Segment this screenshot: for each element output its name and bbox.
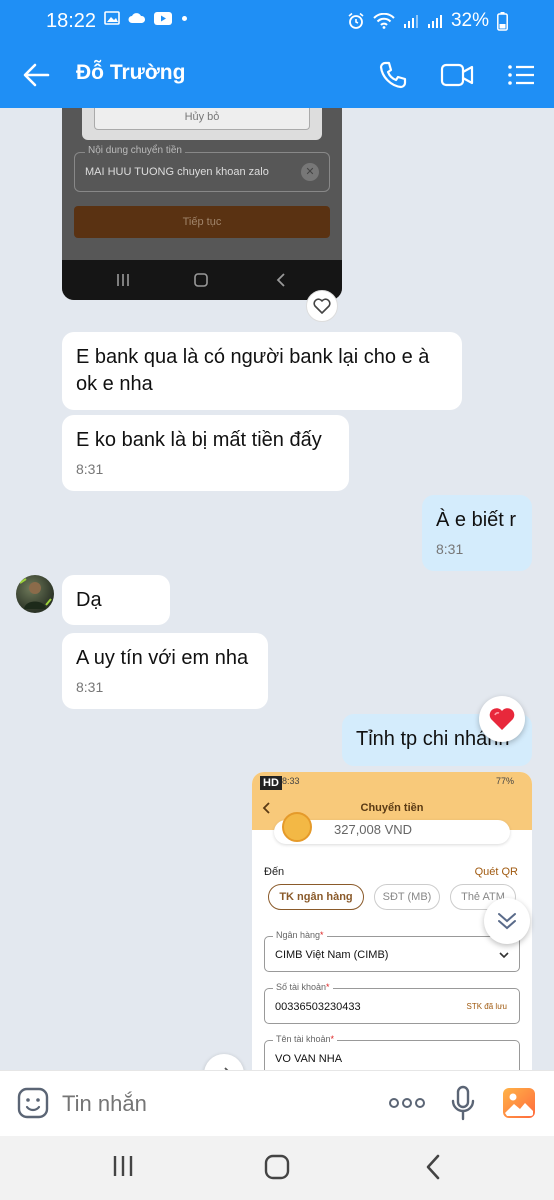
message-bubble[interactable]: A uy tín với em nha 8:31 bbox=[62, 633, 268, 709]
reaction-heart-button[interactable] bbox=[479, 696, 525, 742]
signal-icon bbox=[403, 15, 418, 28]
chat-messages[interactable]: Hủy bỏ Nội dung chuyển tiền MAI HUU TUON… bbox=[0, 108, 554, 1070]
saved-accounts-link: STK đã lưu bbox=[466, 1002, 507, 1011]
home-button-icon[interactable] bbox=[264, 1154, 290, 1180]
image-message-1[interactable]: Hủy bỏ Nội dung chuyển tiền MAI HUU TUON… bbox=[62, 108, 342, 300]
status-system-icons: 32% bbox=[347, 10, 508, 32]
gallery-image-icon[interactable] bbox=[502, 1087, 536, 1119]
bank-label: Ngân hàng* bbox=[273, 930, 327, 940]
chevron-down-icon bbox=[499, 952, 509, 959]
recent-apps-icon bbox=[117, 274, 129, 286]
image-nav-bar bbox=[62, 260, 342, 300]
battery-icon bbox=[497, 11, 508, 31]
system-navigation-bar bbox=[0, 1136, 554, 1200]
status-bar: 18:22 32% bbox=[0, 0, 554, 42]
back-arrow-icon[interactable] bbox=[22, 61, 50, 89]
react-heart-button[interactable] bbox=[306, 290, 338, 322]
heart-outline-icon bbox=[313, 298, 331, 314]
sent-message-bubble[interactable]: À e biết r 8:31 bbox=[422, 495, 532, 571]
home-icon bbox=[194, 273, 208, 287]
avatar[interactable] bbox=[16, 575, 54, 613]
bank-value: CIMB Việt Nam (CIMB) bbox=[275, 949, 389, 961]
continue-button-image: Tiếp tục bbox=[74, 206, 330, 238]
heart-icon bbox=[489, 708, 515, 730]
menu-list-icon[interactable] bbox=[506, 60, 536, 90]
battery-percent: 32% bbox=[450, 10, 489, 31]
message-time: 8:31 bbox=[436, 541, 464, 557]
tab-bank-account: TK ngân hàng bbox=[268, 884, 364, 910]
youtube-icon bbox=[154, 11, 172, 25]
account-name-field: Tên tài khoản* VO VAN NHA bbox=[264, 1034, 520, 1070]
message-text: À e biết r bbox=[436, 509, 517, 531]
message-text: E ko bank là bị mất tiền đấy bbox=[76, 429, 322, 451]
microphone-icon[interactable] bbox=[450, 1085, 476, 1121]
clear-icon: ✕ bbox=[301, 163, 319, 181]
field-value: MAI HUU TUONG chuyen khoan zalo bbox=[85, 166, 269, 178]
name-value: VO VAN NHA bbox=[275, 1053, 343, 1065]
message-time: 8:31 bbox=[76, 679, 104, 695]
account-value: 00336503230433 bbox=[275, 1001, 361, 1013]
account-label: Số tài khoản* bbox=[273, 982, 333, 992]
double-chevron-down-icon bbox=[498, 913, 516, 930]
video-call-icon[interactable] bbox=[440, 60, 474, 90]
message-time: 8:31 bbox=[76, 461, 104, 477]
status-time: 18:22 bbox=[46, 10, 97, 32]
to-label: Đến bbox=[264, 866, 285, 878]
alarm-icon bbox=[348, 12, 364, 29]
message-text: A uy tín với em nha bbox=[76, 647, 249, 669]
amount-value: 327,008 VND bbox=[334, 822, 413, 837]
bank-select: Ngân hàng* CIMB Việt Nam (CIMB) bbox=[264, 930, 520, 972]
tab-phone: SĐT (MB) bbox=[374, 884, 440, 910]
field-label: Nội dung chuyển tiền bbox=[85, 145, 185, 156]
coin-icon bbox=[282, 812, 312, 842]
message-input-bar bbox=[0, 1070, 554, 1136]
more-options-icon[interactable] bbox=[388, 1093, 426, 1113]
message-bubble[interactable]: E ko bank là bị mất tiền đấy 8:31 bbox=[62, 415, 349, 491]
image-battery: 77% bbox=[495, 776, 514, 786]
phone-call-icon[interactable] bbox=[378, 60, 408, 90]
scroll-to-bottom-button[interactable] bbox=[484, 898, 530, 944]
avatar-person-icon bbox=[19, 578, 52, 609]
signal-icon-2 bbox=[427, 15, 442, 28]
back-button-icon[interactable] bbox=[424, 1154, 442, 1180]
message-bubble[interactable]: E bank qua là có người bank lại cho e à … bbox=[62, 332, 462, 410]
sticker-icon[interactable] bbox=[16, 1086, 50, 1120]
gallery-icon bbox=[104, 11, 120, 25]
contact-name[interactable]: Đỗ Trường bbox=[76, 61, 185, 85]
transfer-content-field: Nội dung chuyển tiền MAI HUU TUONG chuye… bbox=[74, 145, 330, 192]
recent-apps-icon[interactable] bbox=[112, 1154, 134, 1178]
message-bubble[interactable]: Dạ bbox=[62, 575, 170, 625]
wifi-icon bbox=[373, 13, 395, 29]
chat-header: Đỗ Trường bbox=[0, 42, 554, 108]
forward-button[interactable] bbox=[204, 1054, 244, 1070]
message-text: Dạ bbox=[76, 589, 102, 611]
cancel-button-image: Hủy bỏ bbox=[94, 108, 310, 130]
message-text: E bank qua là có người bank lại cho e à … bbox=[76, 346, 430, 395]
hd-badge: HD bbox=[260, 776, 282, 790]
scan-qr-link: Quét QR bbox=[474, 866, 518, 878]
account-number-field: Số tài khoản* 00336503230433 STK đã lưu bbox=[264, 982, 520, 1024]
message-input[interactable] bbox=[62, 1091, 362, 1117]
name-label: Tên tài khoản* bbox=[273, 1034, 338, 1044]
cloud-icon bbox=[128, 13, 146, 23]
status-notification-icons bbox=[104, 11, 187, 25]
image-status-time: 8:33 bbox=[282, 776, 300, 786]
back-icon bbox=[276, 273, 285, 287]
dot-icon bbox=[182, 15, 187, 21]
